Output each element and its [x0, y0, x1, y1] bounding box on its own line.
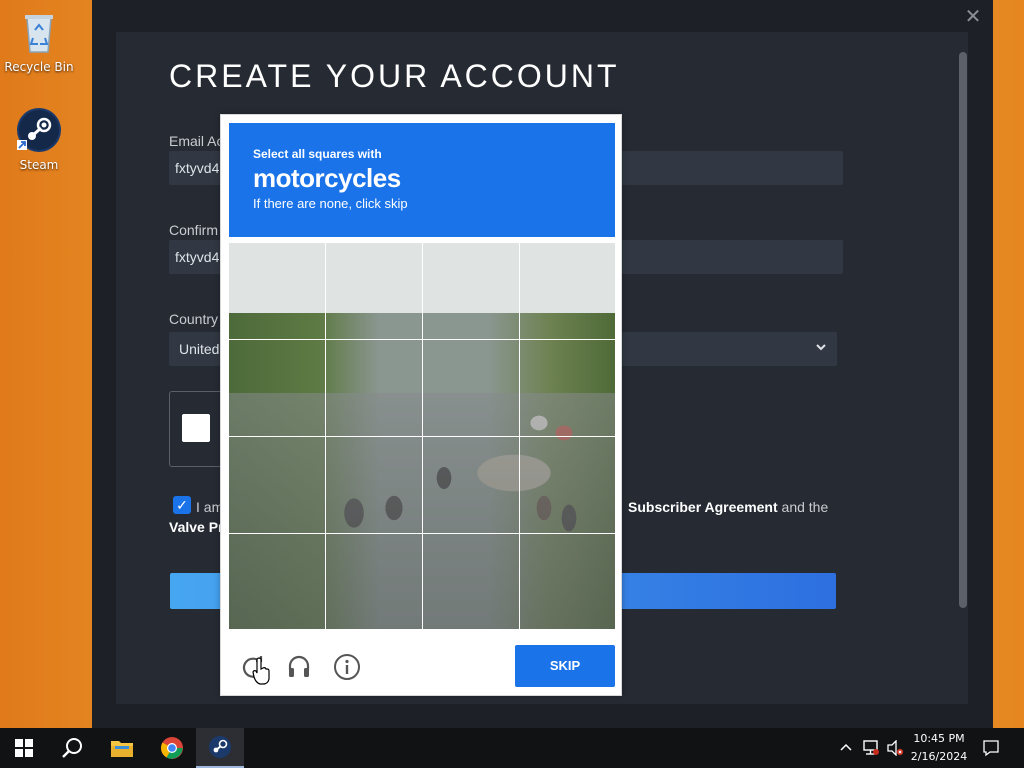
- captcha-tile-image: [229, 243, 325, 339]
- captcha-tile-image: [423, 437, 519, 533]
- chevron-down-icon: [815, 340, 827, 356]
- recycle-bin-label: Recycle Bin: [4, 60, 74, 74]
- country-value: United: [179, 341, 220, 357]
- captcha-tile-r4c3[interactable]: [423, 534, 519, 630]
- privacy-link[interactable]: Valve Pr: [169, 519, 224, 535]
- captcha-tile-image: [423, 340, 519, 436]
- window-close-button[interactable]: ✕: [961, 4, 985, 28]
- taskbar: 10:45 PM 2/16/2024: [0, 728, 1024, 768]
- subscriber-agreement-link[interactable]: Subscriber Agreement: [628, 499, 778, 515]
- captcha-header: Select all squares with motorcycles If t…: [229, 123, 615, 237]
- chevron-up-icon[interactable]: [840, 742, 852, 754]
- privacy-link-text: Valve Pr: [169, 519, 224, 535]
- captcha-tile-r1c3[interactable]: [423, 243, 519, 339]
- confirm-email-label: Confirm: [169, 222, 219, 238]
- info-icon[interactable]: [333, 653, 361, 681]
- skip-button[interactable]: SKIP: [515, 645, 615, 687]
- volume-muted-icon[interactable]: [886, 740, 904, 756]
- captcha-tile-r2c1[interactable]: [229, 340, 325, 436]
- captcha-tile-image: [326, 437, 422, 533]
- confirm-email-value: fxtyvd4: [175, 249, 220, 265]
- captcha-tile-image: [229, 437, 325, 533]
- hand-cursor-icon: [252, 657, 270, 685]
- steam-icon: [15, 106, 63, 154]
- captcha-hint: If there are none, click skip: [253, 196, 408, 211]
- country-label: Country: [169, 311, 219, 327]
- captcha-tile-image: [520, 243, 615, 339]
- captcha-tile-image: [326, 340, 422, 436]
- windows-icon: [15, 739, 33, 757]
- captcha-tile-image: [520, 437, 615, 533]
- desktop-icon-steam[interactable]: Steam: [1, 106, 77, 172]
- steam-taskbar-icon: [209, 736, 231, 758]
- scrollbar-thumb[interactable]: [959, 52, 967, 608]
- captcha-tile-r3c2[interactable]: [326, 437, 422, 533]
- taskbar-chrome[interactable]: [148, 728, 196, 768]
- notification-icon[interactable]: [982, 739, 1000, 757]
- captcha-challenge: Select all squares with motorcycles If t…: [220, 114, 622, 696]
- captcha-tile-r4c1[interactable]: [229, 534, 325, 630]
- captcha-footer: SKIP: [229, 635, 615, 691]
- captcha-instruction: Select all squares with: [253, 147, 382, 161]
- taskbar-file-explorer[interactable]: [98, 728, 146, 768]
- captcha-tile-r1c2[interactable]: [326, 243, 422, 339]
- captcha-tile-image: [229, 534, 325, 629]
- agree-text-right: Subscriber Agreement and the: [628, 499, 828, 515]
- page-title: CREATE YOUR ACCOUNT: [169, 58, 620, 94]
- agree-checkbox[interactable]: ✓: [173, 496, 191, 514]
- captcha-tile-r2c4[interactable]: [520, 340, 615, 436]
- captcha-tile-r1c1[interactable]: [229, 243, 325, 339]
- captcha-tile-r3c4[interactable]: [520, 437, 615, 533]
- scrollbar[interactable]: [957, 48, 967, 702]
- captcha-tile-image: [520, 534, 615, 629]
- email-value: fxtyvd4: [175, 160, 220, 176]
- captcha-tile-r2c2[interactable]: [326, 340, 422, 436]
- captcha-tile-image: [520, 340, 615, 436]
- network-icon[interactable]: [862, 740, 880, 756]
- search-icon: [62, 738, 82, 758]
- folder-icon: [111, 741, 133, 757]
- steam-label: Steam: [19, 158, 59, 172]
- captcha-tile-image: [423, 243, 519, 339]
- email-label: Email Ac: [169, 133, 224, 149]
- taskbar-steam[interactable]: [196, 728, 244, 768]
- captcha-tile-r4c2[interactable]: [326, 534, 422, 630]
- captcha-tile-r1c4[interactable]: [520, 243, 615, 339]
- captcha-image-grid: [229, 243, 615, 629]
- chrome-icon: [161, 737, 183, 759]
- search-button[interactable]: [48, 728, 96, 768]
- start-button[interactable]: [0, 728, 48, 768]
- captcha-checkbox[interactable]: [182, 414, 210, 442]
- recycle-bin-icon: [15, 8, 63, 56]
- captcha-tile-image: [326, 243, 422, 339]
- captcha-tile-image: [326, 534, 422, 629]
- captcha-tile-r4c4[interactable]: [520, 534, 615, 630]
- clock-time[interactable]: 10:45 PM: [908, 732, 970, 745]
- audio-icon[interactable]: [285, 653, 313, 681]
- captcha-tile-image: [229, 340, 325, 436]
- captcha-target: motorcycles: [253, 163, 401, 193]
- captcha-tile-r3c1[interactable]: [229, 437, 325, 533]
- captcha-tile-image: [423, 534, 519, 629]
- clock-date[interactable]: 2/16/2024: [908, 750, 970, 763]
- agree-suffix: and the: [781, 499, 829, 515]
- captcha-tile-r2c3[interactable]: [423, 340, 519, 436]
- desktop-icon-recycle-bin[interactable]: Recycle Bin: [1, 8, 77, 74]
- captcha-tile-r3c3[interactable]: [423, 437, 519, 533]
